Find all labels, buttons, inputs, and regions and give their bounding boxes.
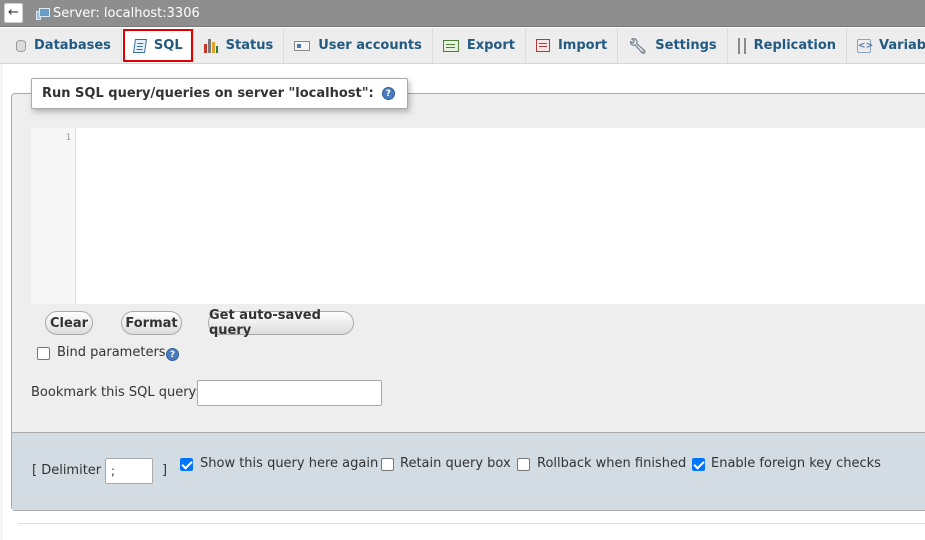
help-icon[interactable]: ? [381,87,395,100]
tab-export-label: Export [466,38,515,53]
sql-icon [132,38,147,53]
tab-status[interactable]: Status [194,28,285,63]
tab-import[interactable]: Import [526,28,619,63]
export-icon [442,39,459,52]
tab-sql[interactable]: SQL [121,28,194,63]
tab-databases-label: Databases [34,38,111,53]
show-query-again-label[interactable]: Show this query here again [200,456,378,471]
breadcrumb-server-label[interactable]: Server: localhost:3306 [53,6,200,21]
bind-parameters-label[interactable]: Bind parameters [57,345,166,360]
tab-user-accounts-label: User accounts [318,38,422,53]
page-left-edge [0,64,3,540]
tab-replication[interactable]: Replication [728,28,848,63]
tab-replication-label: Replication [753,38,837,53]
tab-settings[interactable]: 🔧︎ Settings [618,28,728,63]
tab-status-label: Status [225,38,274,53]
tab-databases[interactable]: Databases [0,28,122,63]
editor-line-number: 1 [65,133,71,143]
tab-variables[interactable]: <> Variables [847,28,925,63]
foreign-key-checks-checkbox[interactable] [692,458,705,471]
variables-icon: <> [857,38,874,53]
sql-query-editor[interactable]: 1 [31,128,925,304]
wrench-icon: 🔧︎ [628,36,648,55]
bookmark-input[interactable] [197,380,382,406]
rollback-label[interactable]: Rollback when finished [537,456,686,471]
user-accounts-icon [294,40,311,51]
show-query-again-checkbox[interactable] [180,458,193,471]
tab-variables-label: Variables [879,38,925,53]
bookmark-label: Bookmark this SQL query: [31,385,200,400]
breadcrumb-server[interactable]: Server: localhost:3306 [36,5,200,22]
status-chart-icon [203,38,218,53]
tab-user-accounts[interactable]: User accounts [284,28,433,63]
editor-text-area[interactable] [83,133,923,299]
delimiter-label-open: [ Delimiter [32,463,102,478]
tab-sql-label: SQL [153,38,183,53]
get-autosaved-query-button[interactable]: Get auto-saved query [208,308,354,338]
foreign-key-checks-label[interactable]: Enable foreign key checks [711,456,881,471]
back-arrow-icon[interactable]: ← [4,3,23,23]
format-button[interactable]: Format [121,311,182,335]
breadcrumb-bar: ← Server: localhost:3306 [0,0,925,27]
database-icon [16,39,26,52]
editor-line-numbers: 1 [31,128,76,304]
server-icon [36,7,50,20]
retain-query-box-checkbox[interactable] [381,458,394,471]
sql-query-legend-text: Run SQL query/queries on server "localho… [42,86,374,101]
tab-settings-label: Settings [655,38,717,53]
sql-query-legend: Run SQL query/queries on server "localho… [31,78,408,109]
delimiter-input[interactable]: ; [105,458,153,484]
tab-import-label: Import [557,38,608,53]
delimiter-label-close: ] [162,463,168,478]
main-tab-bar: Databases SQL Status User accounts Expor… [0,28,925,64]
import-icon [535,39,550,52]
replication-icon [737,37,746,54]
bind-parameters-help-icon[interactable]: ? [166,348,179,361]
bottom-divider [18,523,925,524]
rollback-checkbox[interactable] [517,458,530,471]
retain-query-box-label[interactable]: Retain query box [400,456,511,471]
tab-export[interactable]: Export [433,28,526,63]
clear-button[interactable]: Clear [45,311,93,335]
bind-parameters-checkbox[interactable] [37,347,50,360]
